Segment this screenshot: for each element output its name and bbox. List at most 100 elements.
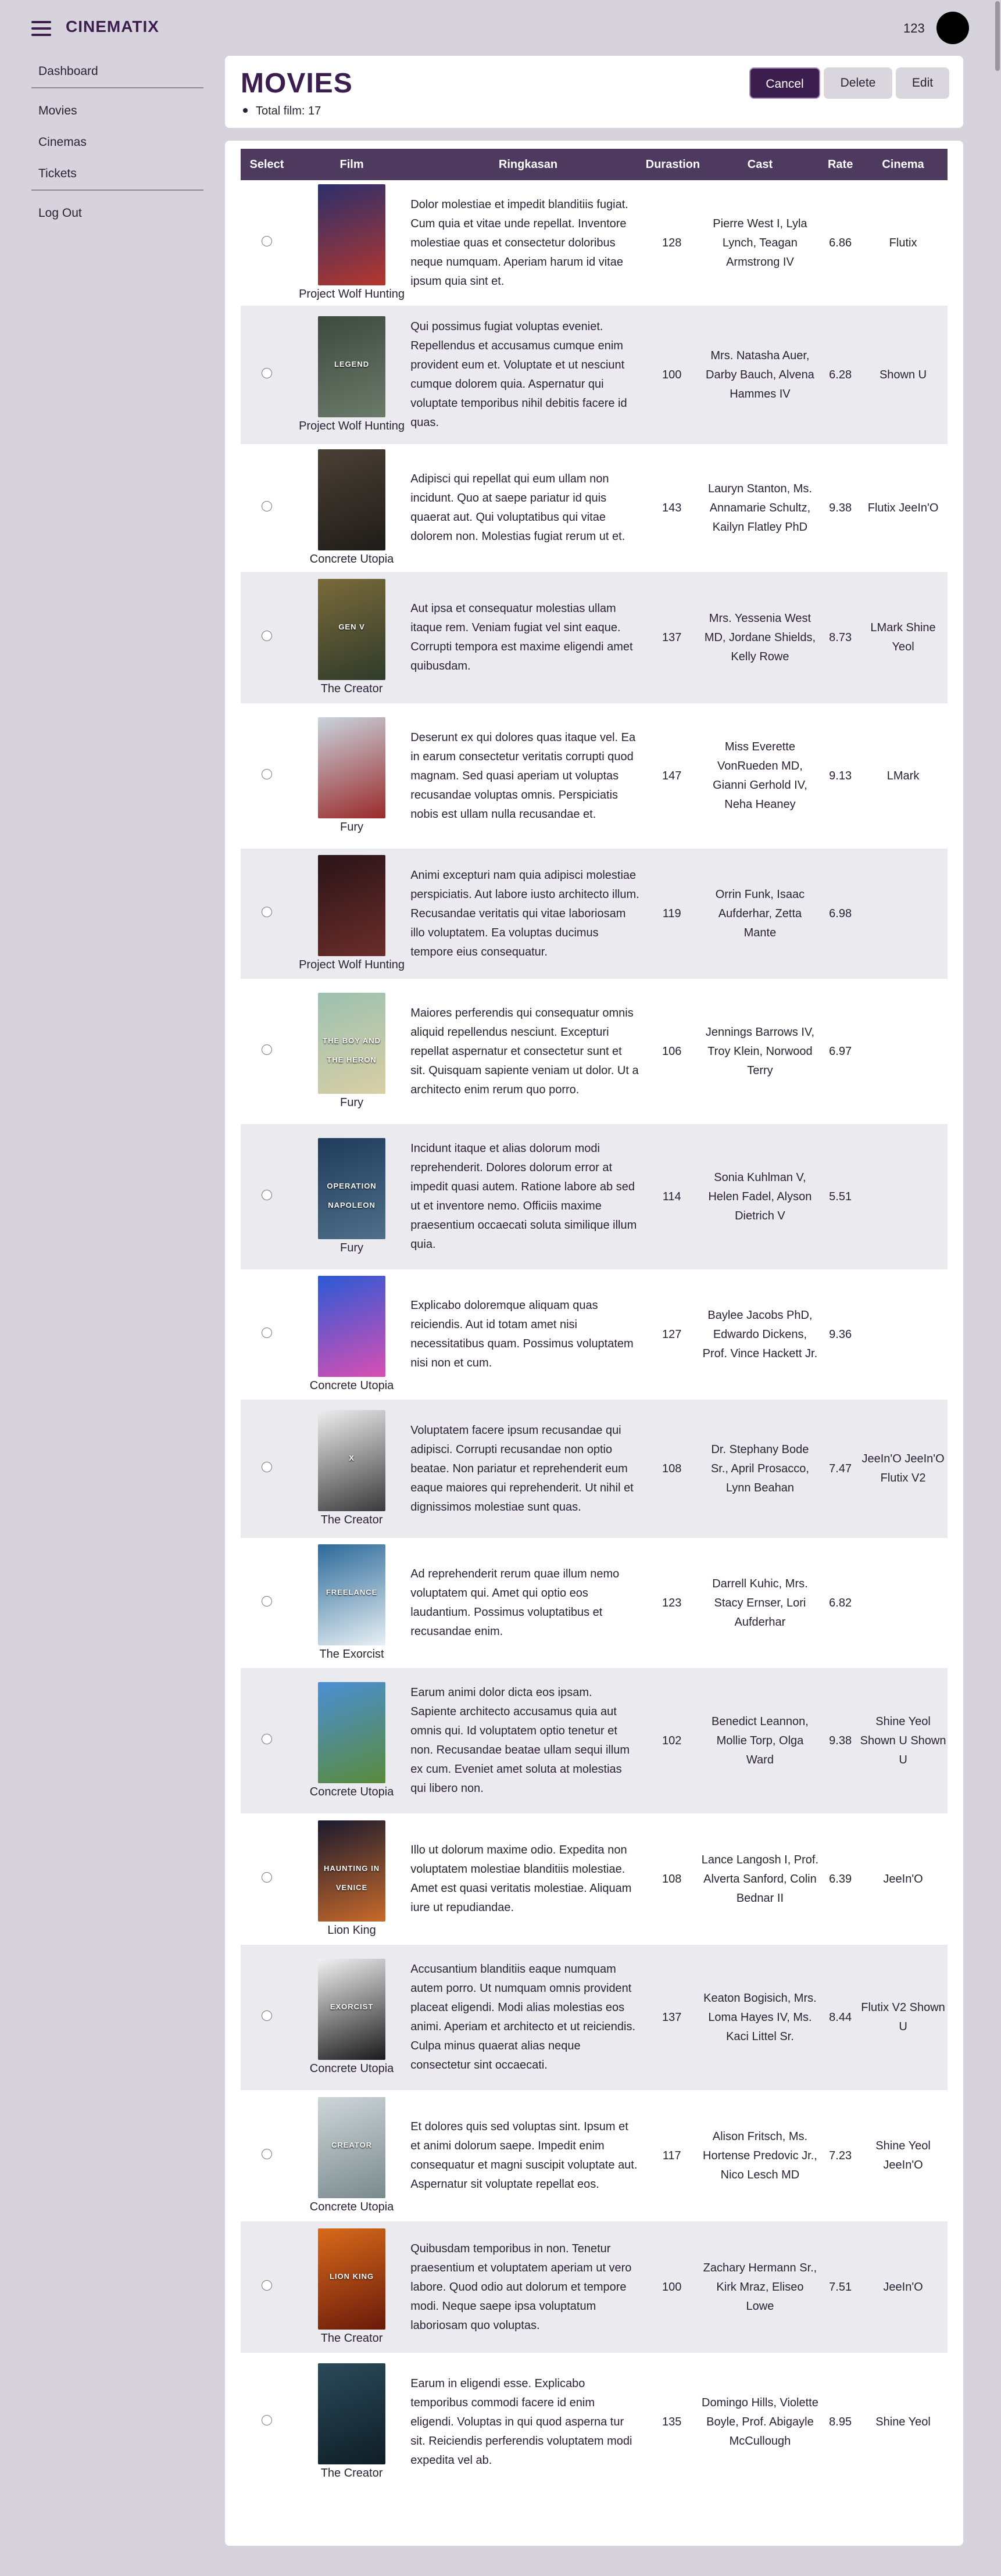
select-cell	[241, 572, 293, 703]
film-title: Fury	[340, 821, 364, 833]
cast-cell: Zachary Hermann Sr., Kirk Mraz, Eliseo L…	[698, 2221, 823, 2353]
film-cell: Concrete Utopia	[293, 1269, 410, 1400]
select-radio[interactable]	[261, 2414, 272, 2425]
film-title: The Exorcist	[319, 1648, 384, 1661]
table-row[interactable]: X The Creator Voluptatem facere ipsum recu…	[241, 1400, 948, 1538]
select-radio[interactable]	[261, 1461, 272, 1472]
select-radio[interactable]	[261, 906, 272, 917]
select-radio[interactable]	[261, 630, 272, 641]
sidebar-item-dashboard[interactable]: Dashboard	[31, 56, 203, 87]
film-title: Lion King	[327, 1924, 376, 1937]
select-radio[interactable]	[261, 1733, 272, 1744]
cast-cell: Pierre West I, Lyla Lynch, Teagan Armstr…	[713, 217, 807, 269]
select-radio[interactable]	[261, 1327, 272, 1338]
sidebar-item-tickets[interactable]: Tickets	[31, 158, 203, 189]
cast-cell: Mrs. Natasha Auer, Darby Bauch, Alvena H…	[698, 306, 823, 444]
select-radio[interactable]	[261, 2280, 272, 2291]
duration-cell: 100	[645, 306, 698, 444]
rate-cell: 6.86	[829, 236, 852, 249]
cinema-cell: Shown U	[859, 306, 948, 444]
table-row[interactable]: Project Wolf Hunting Dolor molestiae et i…	[241, 180, 948, 306]
select-radio[interactable]	[261, 235, 272, 246]
table-row[interactable]: The Creator Earum in eligendi esse. Expli…	[241, 2353, 948, 2491]
table-row[interactable]: Fury Deserunt ex qui dolores quas itaque …	[241, 703, 948, 849]
page-title: MOVIES	[241, 68, 353, 99]
table-row[interactable]: THE BOY AND THE HERON Fury Maiores perfere…	[241, 979, 948, 1124]
select-radio[interactable]	[261, 2148, 272, 2159]
summary-cell: Et dolores quis sed voluptas sint. Ipsum…	[410, 2120, 638, 2191]
cancel-button[interactable]: Cancel	[749, 67, 820, 99]
film-poster	[318, 855, 386, 956]
column-header-film: Film	[292, 149, 411, 180]
sidebar-item-logout[interactable]: Log Out	[31, 198, 203, 229]
sidebar-item-movies[interactable]: Movies	[31, 95, 203, 127]
sidebar-item-cinemas[interactable]: Cinemas	[31, 127, 203, 158]
select-radio[interactable]	[261, 1595, 272, 1607]
duration-cell: 127	[662, 1328, 682, 1341]
select-radio[interactable]	[261, 1872, 272, 1883]
table-row[interactable]: OPERATION NAPOLEON Fury Incidunt itaque et…	[241, 1124, 948, 1269]
rate-cell: 6.97	[829, 1044, 852, 1058]
film-cell: OPERATION NAPOLEON Fury	[292, 1124, 411, 1269]
film-poster: THE BOY AND THE HERON	[318, 993, 386, 1094]
select-radio[interactable]	[261, 768, 272, 779]
duration-cell: 137	[645, 1945, 698, 2090]
table-row[interactable]: Project Wolf Hunting Animi excepturi nam …	[241, 849, 948, 979]
table-row[interactable]: Concrete Utopia Earum animi dolor dicta e…	[241, 1668, 948, 1813]
film-poster	[318, 2363, 386, 2464]
scrollbar[interactable]	[994, 0, 1001, 2576]
table-row[interactable]: Concrete Utopia Adipisci qui repellat qui…	[241, 444, 948, 572]
rate-cell: 9.36	[829, 1328, 852, 1341]
table-row[interactable]: CREATOR Concrete Utopia Et dolores quis se…	[241, 2090, 948, 2221]
avatar[interactable]	[936, 12, 969, 44]
summary-cell: Deserunt ex qui dolores quas itaque vel.…	[410, 731, 636, 821]
poster-title: HAUNTING IN VENICE	[323, 1864, 380, 1892]
cinema-cell: Flutix V2 Shown U	[859, 1945, 948, 2090]
film-cell: LEGEND Project Wolf Hunting	[292, 306, 411, 444]
brand-logo[interactable]: CINEMATIX	[66, 17, 159, 36]
menu-icon[interactable]	[31, 21, 51, 36]
film-poster: HAUNTING IN VENICE	[318, 1820, 386, 1922]
summary-cell: Aut ipsa et consequatur molestias ullam …	[410, 572, 646, 703]
cast-cell: Jennings Barrows IV, Troy Klein, Norwood…	[705, 1025, 814, 1077]
duration-cell: 119	[645, 849, 698, 979]
select-radio[interactable]	[261, 1044, 272, 1055]
duration-cell: 106	[662, 1044, 682, 1058]
table-row[interactable]: GEN V The Creator Aut ipsa et consequatur …	[241, 572, 948, 703]
film-cell: CREATOR Concrete Utopia	[293, 2090, 410, 2221]
select-radio[interactable]	[261, 2010, 272, 2021]
movies-table-card: Select Film Ringkasan Durastion Cast Rat…	[225, 141, 963, 2546]
column-header-duration: Durastion	[645, 149, 700, 180]
film-cell: LION KING The Creator	[292, 2221, 411, 2353]
film-cell: Project Wolf Hunting	[292, 849, 411, 979]
film-title: The Creator	[320, 682, 383, 695]
duration-cell: 137	[645, 572, 698, 703]
scrollbar-thumb[interactable]	[995, 1, 1000, 71]
movies-table: Select Film Ringkasan Durastion Cast Rat…	[241, 149, 948, 2491]
film-title: Project Wolf Hunting	[299, 958, 405, 971]
duration-cell: 102	[645, 1668, 698, 1813]
select-radio[interactable]	[261, 367, 272, 378]
cinema-cell: LMark	[886, 769, 920, 782]
table-row[interactable]: FREELANCE The Exorcist Ad reprehenderit re…	[241, 1538, 948, 1668]
table-row[interactable]: LION KING The Creator Quibusdam temporibus…	[241, 2221, 948, 2353]
film-poster: LEGEND	[318, 316, 386, 417]
edit-button[interactable]: Edit	[896, 67, 949, 99]
table-row[interactable]: EXORCIST Concrete Utopia Accusantium bland…	[241, 1945, 948, 2090]
film-cell: Concrete Utopia	[292, 1668, 411, 1813]
select-radio[interactable]	[261, 1189, 272, 1200]
film-poster: CREATOR	[318, 2097, 386, 2198]
movies-header-card: MOVIES Total film: 17 Cancel Delete Edit	[225, 56, 963, 128]
delete-button[interactable]: Delete	[824, 67, 892, 99]
table-row[interactable]: LEGEND Project Wolf Hunting Qui possimus f…	[241, 306, 948, 444]
film-title: Project Wolf Hunting	[299, 288, 405, 300]
film-poster: X	[318, 1410, 386, 1511]
rate-cell: 6.98	[822, 849, 859, 979]
cinema-cell	[859, 1538, 948, 1668]
table-row[interactable]: Concrete Utopia Explicabo doloremque aliq…	[241, 1269, 948, 1400]
table-row[interactable]: HAUNTING IN VENICE Lion King Illo ut dolor…	[241, 1813, 948, 1945]
rate-cell: 9.13	[829, 769, 852, 782]
select-radio[interactable]	[261, 500, 272, 511]
film-title: Project Wolf Hunting	[299, 420, 405, 432]
summary-cell: Explicabo doloremque aliquam quas reicie…	[410, 1299, 634, 1369]
